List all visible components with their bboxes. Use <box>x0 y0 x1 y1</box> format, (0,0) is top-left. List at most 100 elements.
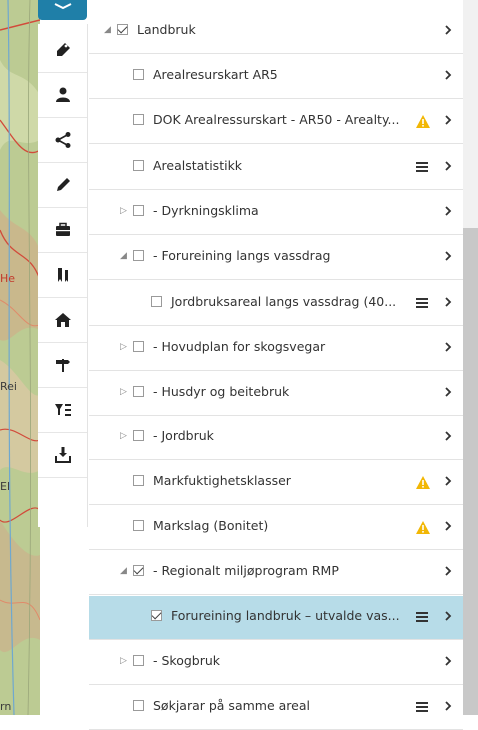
layer-checkbox[interactable] <box>133 160 144 171</box>
legend-icon[interactable] <box>416 298 428 308</box>
layer-label: DOK Arealressurskart - AR50 - Arealty... <box>153 112 400 127</box>
chevron-right-icon[interactable] <box>444 205 452 217</box>
collapse-triangle-icon[interactable]: ◢ <box>104 25 111 35</box>
layer-checkbox[interactable] <box>133 475 144 486</box>
warning-icon[interactable] <box>415 475 431 490</box>
layer-row[interactable]: Markslag (Bonitet) <box>89 506 463 550</box>
layer-label: Arealstatistikk <box>153 158 243 173</box>
download-icon <box>54 447 71 463</box>
legend-icon[interactable] <box>416 162 428 172</box>
draw-tool-button[interactable] <box>38 163 87 208</box>
chevron-right-icon[interactable] <box>444 250 452 262</box>
layer-row[interactable]: ◢ Landbruk <box>89 10 463 54</box>
warning-icon[interactable] <box>415 520 431 535</box>
expand-triangle-icon[interactable]: ▷ <box>120 387 127 397</box>
tag-icon <box>56 43 70 56</box>
side-toolbar <box>38 0 88 715</box>
layer-row[interactable]: Markfuktighetsklasser <box>89 461 463 505</box>
filter-tool-button[interactable] <box>38 388 87 433</box>
chevron-right-icon[interactable] <box>444 386 452 398</box>
pencil-icon <box>56 178 70 191</box>
chevron-right-icon[interactable] <box>444 24 452 36</box>
scrollbar-thumb[interactable] <box>463 228 478 715</box>
chevron-right-icon[interactable] <box>444 160 452 172</box>
layer-checkbox[interactable] <box>133 69 144 80</box>
legend-icon[interactable] <box>416 702 428 712</box>
layer-row[interactable]: DOK Arealressurskart - AR50 - Arealty... <box>89 100 463 144</box>
layer-row[interactable]: Jordbruksareal langs vassdrag (40... <box>89 282 463 326</box>
layer-checkbox[interactable] <box>133 386 144 397</box>
share-icon <box>55 132 70 148</box>
layer-label: Jordbruksareal langs vassdrag (40... <box>171 294 397 309</box>
expand-triangle-icon[interactable]: ▷ <box>120 342 127 352</box>
scrollbar[interactable] <box>463 0 478 715</box>
signpost-tool-button[interactable] <box>38 343 87 388</box>
layer-row[interactable]: ◢ - Forureining langs vassdrag <box>89 236 463 280</box>
chevron-right-icon[interactable] <box>444 610 452 622</box>
layer-label: - Forureining langs vassdrag <box>153 248 331 263</box>
layer-checkbox[interactable] <box>133 700 144 711</box>
map-label: El <box>0 480 11 493</box>
layer-row[interactable]: ▷ - Skogbruk <box>89 641 463 685</box>
layer-label: Landbruk <box>137 22 196 37</box>
chevron-right-icon[interactable] <box>444 341 452 353</box>
layer-checkbox[interactable] <box>151 610 162 621</box>
home-tool-button[interactable] <box>38 298 87 343</box>
tool-column <box>38 24 88 527</box>
layer-checkbox[interactable] <box>133 655 144 666</box>
layer-row[interactable]: ▷ - Hovudplan for skogsvegar <box>89 327 463 371</box>
legend-icon[interactable] <box>416 612 428 622</box>
chevron-right-icon[interactable] <box>444 114 452 126</box>
layers-tool-button[interactable] <box>38 0 87 20</box>
collapse-triangle-icon[interactable]: ◢ <box>120 566 127 576</box>
layer-checkbox[interactable] <box>133 341 144 352</box>
briefcase-tool-button[interactable] <box>38 208 87 253</box>
chevron-right-icon[interactable] <box>444 700 452 712</box>
warning-icon[interactable] <box>415 114 431 129</box>
layer-row[interactable]: Arealresurskart AR5 <box>89 55 463 99</box>
layer-label: Søkjarar på samme areal <box>153 698 310 713</box>
expand-triangle-icon[interactable]: ▷ <box>120 206 127 216</box>
layer-label: Arealresurskart AR5 <box>153 67 278 82</box>
layer-row[interactable]: ▷ - Dyrkningsklima <box>89 191 463 235</box>
layer-checkbox[interactable] <box>133 114 144 125</box>
map-background[interactable]: He Rei El rn <box>0 0 40 715</box>
layer-checkbox[interactable] <box>133 250 144 261</box>
collapse-triangle-icon[interactable]: ◢ <box>120 251 127 261</box>
layer-checkbox[interactable] <box>151 296 162 307</box>
person-tool-button[interactable] <box>38 73 87 118</box>
layer-row[interactable]: Søkjarar på samme areal <box>89 686 463 730</box>
layer-row[interactable]: Forureining landbruk – utvalde vas... <box>89 596 463 640</box>
chevron-right-icon[interactable] <box>444 430 452 442</box>
chevron-right-icon[interactable] <box>444 69 452 81</box>
layer-label: - Husdyr og beitebruk <box>153 384 290 399</box>
layer-checkbox[interactable] <box>133 430 144 441</box>
layer-checkbox[interactable] <box>133 565 144 576</box>
layer-row[interactable]: Arealstatistikk <box>89 146 463 190</box>
layer-checkbox[interactable] <box>117 24 128 35</box>
download-tool-button[interactable] <box>38 433 87 478</box>
layer-label: - Regionalt miljøprogram RMP <box>153 563 339 578</box>
tag-tool-button[interactable] <box>38 28 87 73</box>
map-label: Rei <box>0 380 17 393</box>
share-tool-button[interactable] <box>38 118 87 163</box>
layer-label: Forureining landbruk – utvalde vas... <box>171 608 400 623</box>
expand-triangle-icon[interactable]: ▷ <box>120 431 127 441</box>
layer-checkbox[interactable] <box>133 205 144 216</box>
chevron-right-icon[interactable] <box>444 655 452 667</box>
bookmark-tool-button[interactable] <box>38 253 87 298</box>
chevron-right-icon[interactable] <box>444 520 452 532</box>
layer-row[interactable]: ▷ - Jordbruk <box>89 416 463 460</box>
map-label: He <box>0 272 16 285</box>
chevron-right-icon[interactable] <box>444 475 452 487</box>
layer-row[interactable]: ▷ - Husdyr og beitebruk <box>89 372 463 416</box>
layer-list-panel: ◢ Landbruk Arealresurskart AR5 DOK Arealres… <box>89 0 463 730</box>
chevron-right-icon[interactable] <box>444 296 452 308</box>
layer-row[interactable]: ◢ - Regionalt miljøprogram RMP <box>89 551 463 595</box>
expand-triangle-icon[interactable]: ▷ <box>120 656 127 666</box>
map-terrain <box>0 0 40 715</box>
layer-checkbox[interactable] <box>133 520 144 531</box>
layers-icon <box>54 3 72 10</box>
signpost-icon <box>55 359 70 372</box>
chevron-right-icon[interactable] <box>444 565 452 577</box>
